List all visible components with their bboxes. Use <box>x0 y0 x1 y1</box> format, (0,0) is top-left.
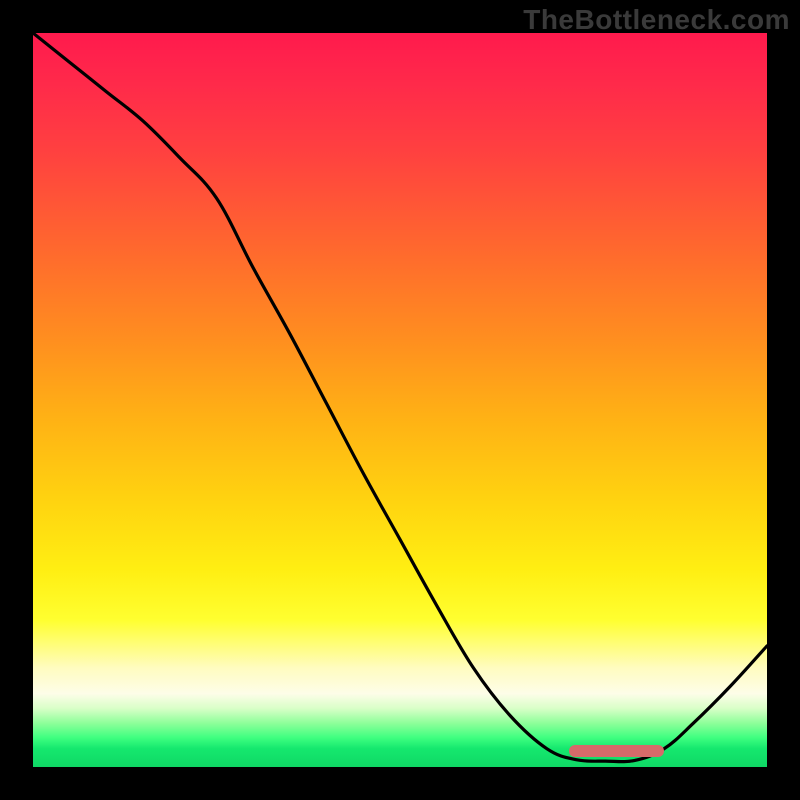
plot-area <box>33 33 767 767</box>
optimal-range-marker <box>569 745 664 757</box>
watermark-text: TheBottleneck.com <box>523 4 790 36</box>
chart-frame: TheBottleneck.com <box>0 0 800 800</box>
bottleneck-curve <box>33 33 767 767</box>
